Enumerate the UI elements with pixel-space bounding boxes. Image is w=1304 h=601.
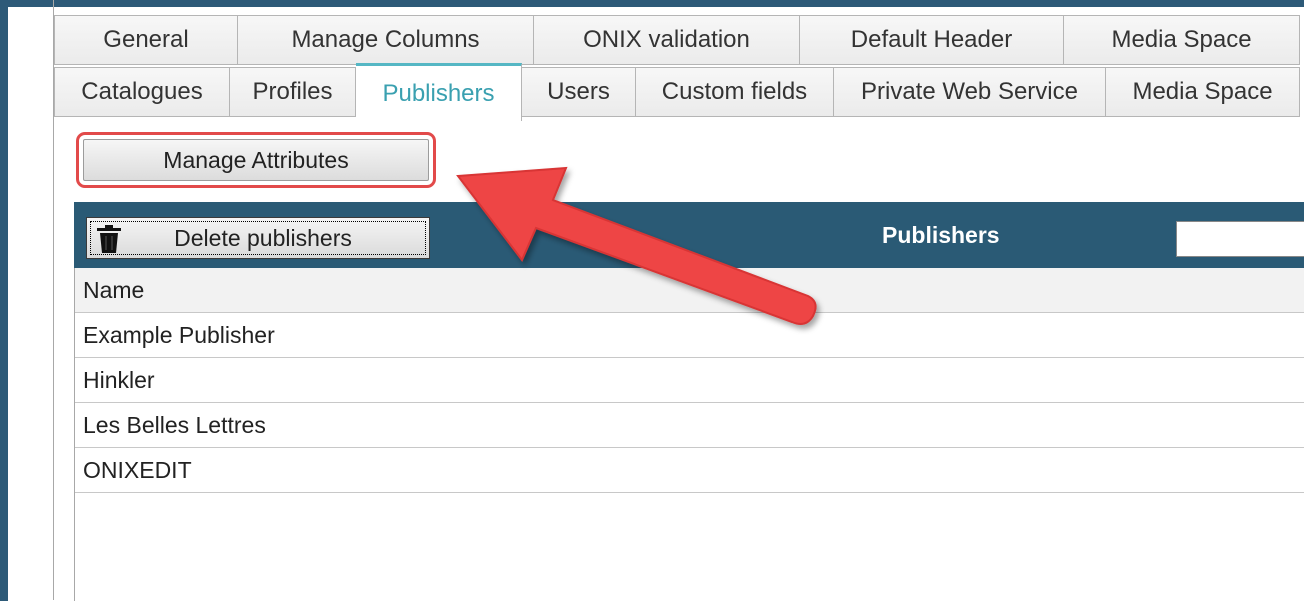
publishers-toolbar: Delete publishers Publishers: [74, 202, 1304, 268]
trash-icon: [97, 225, 121, 253]
manage-attributes-highlight: Manage Attributes: [76, 132, 436, 188]
table-row[interactable]: ONIXEDIT: [75, 448, 1304, 493]
table-row[interactable]: Les Belles Lettres: [75, 403, 1304, 448]
tab-default-header[interactable]: Default Header: [800, 15, 1064, 65]
table-row[interactable]: Hinkler: [75, 358, 1304, 403]
tab-media-space-top[interactable]: Media Space: [1064, 15, 1300, 65]
tab-onix-validation[interactable]: ONIX validation: [534, 15, 800, 65]
tab-catalogues[interactable]: Catalogues: [54, 67, 230, 117]
publishers-title: Publishers: [882, 222, 1000, 248]
tab-publishers[interactable]: Publishers: [356, 63, 522, 121]
tab-media-space-bottom[interactable]: Media Space: [1106, 67, 1300, 117]
column-header-name[interactable]: Name: [75, 268, 1304, 313]
delete-publishers-label: Delete publishers: [174, 224, 352, 251]
filter-input[interactable]: [1176, 221, 1304, 257]
publishers-table: Name Example Publisher Hinkler Les Belle…: [74, 268, 1304, 601]
tab-custom-fields[interactable]: Custom fields: [636, 67, 834, 117]
tab-general[interactable]: General: [54, 15, 238, 65]
tab-profiles[interactable]: Profiles: [230, 67, 356, 117]
tab-row-bottom: Catalogues Profiles Publishers Users Cus…: [54, 63, 1300, 121]
tab-private-web-service[interactable]: Private Web Service: [834, 67, 1106, 117]
tab-users[interactable]: Users: [522, 67, 636, 117]
tab-row-top: General Manage Columns ONIX validation D…: [54, 15, 1300, 65]
tab-manage-columns[interactable]: Manage Columns: [238, 15, 534, 65]
table-row[interactable]: Example Publisher: [75, 313, 1304, 358]
delete-publishers-button[interactable]: Delete publishers: [86, 217, 430, 259]
manage-attributes-button[interactable]: Manage Attributes: [83, 139, 429, 181]
